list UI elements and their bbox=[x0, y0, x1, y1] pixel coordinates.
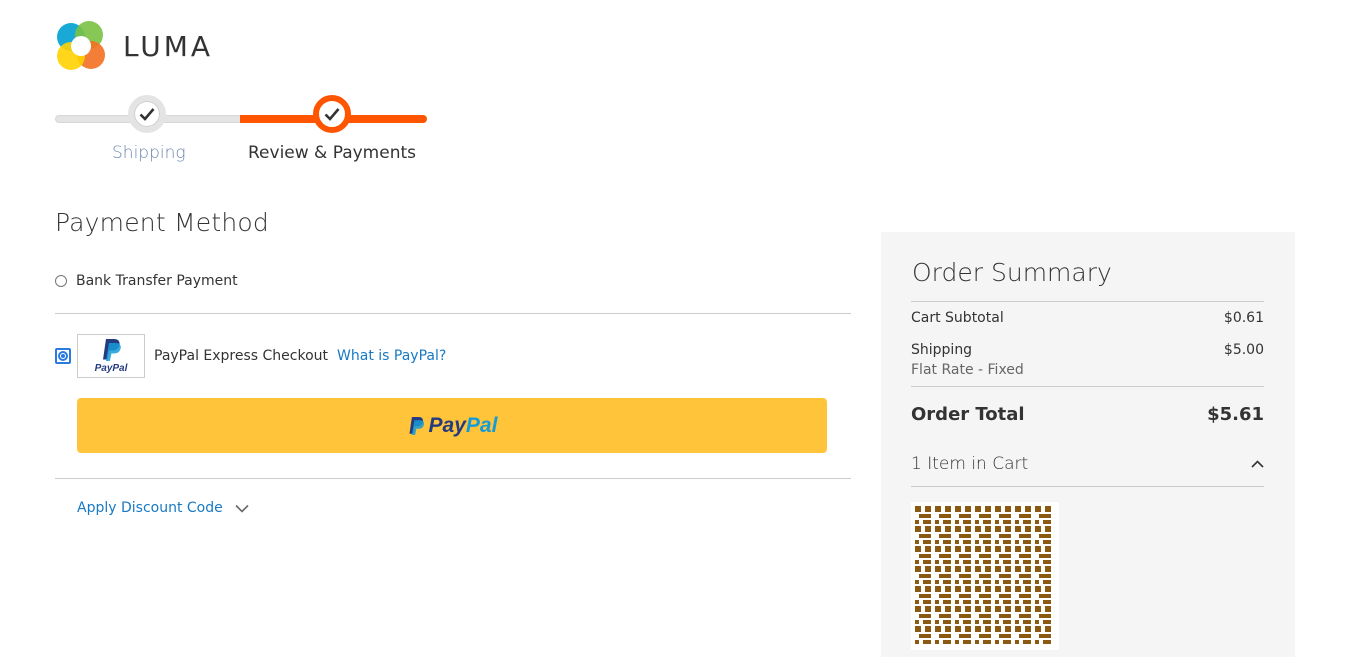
payment-method-title: Payment Method bbox=[55, 208, 269, 237]
payment-option-bank-transfer[interactable]: Bank Transfer Payment bbox=[55, 273, 238, 289]
paypal-checkout-button[interactable]: Pay Pal bbox=[77, 398, 827, 453]
order-total-row: Order Total $5.61 bbox=[911, 404, 1264, 425]
order-total-label: Order Total bbox=[911, 404, 1025, 425]
checkout-progress-bar: Shipping Review & Payments bbox=[55, 95, 427, 165]
step-review-label: Review & Payments bbox=[248, 143, 416, 163]
items-in-cart-toggle[interactable]: 1 Item in Cart bbox=[911, 454, 1264, 474]
paypal-radio[interactable] bbox=[55, 348, 71, 364]
luma-logo-icon bbox=[57, 21, 105, 70]
checkmark-icon bbox=[139, 108, 155, 121]
luma-logo[interactable]: LUMA bbox=[55, 20, 213, 72]
order-total-value: $5.61 bbox=[1207, 404, 1264, 425]
chevron-up-icon[interactable] bbox=[1251, 460, 1264, 468]
divider bbox=[55, 313, 851, 314]
shipping-row: Shipping $5.00 bbox=[911, 342, 1264, 358]
payment-option-paypal[interactable]: PayPal PayPal Express Checkout What is P… bbox=[55, 334, 446, 378]
step-review-marker bbox=[313, 95, 351, 133]
product-pattern-image bbox=[915, 506, 1055, 646]
step-shipping-marker bbox=[128, 95, 166, 133]
shipping-method-label: Flat Rate - Fixed bbox=[911, 362, 1024, 378]
paypal-p-icon bbox=[103, 339, 121, 361]
shipping-value: $5.00 bbox=[1223, 342, 1264, 358]
paypal-logo-text: PayPal bbox=[94, 363, 128, 374]
bank-transfer-label[interactable]: Bank Transfer Payment bbox=[76, 273, 238, 289]
divider bbox=[911, 386, 1264, 387]
paypal-p-icon bbox=[409, 416, 424, 435]
bank-transfer-radio[interactable] bbox=[55, 275, 67, 287]
paypal-button-pal-text: Pal bbox=[465, 413, 498, 437]
cart-subtotal-row: Cart Subtotal $0.61 bbox=[911, 310, 1264, 326]
divider bbox=[911, 301, 1264, 302]
order-summary-panel: Order Summary Cart Subtotal $0.61 Shippi… bbox=[881, 232, 1295, 657]
cart-subtotal-label: Cart Subtotal bbox=[911, 310, 1004, 326]
step-shipping-link[interactable]: Shipping bbox=[112, 143, 186, 163]
order-summary-title: Order Summary bbox=[912, 258, 1112, 287]
divider bbox=[911, 486, 1264, 487]
paypal-logo: PayPal bbox=[77, 334, 145, 378]
chevron-down-icon[interactable] bbox=[235, 504, 249, 513]
checkmark-icon bbox=[324, 108, 340, 121]
divider bbox=[55, 478, 851, 479]
apply-discount-toggle[interactable]: Apply Discount Code bbox=[77, 500, 249, 516]
product-thumbnail bbox=[911, 502, 1059, 650]
logo-text: LUMA bbox=[123, 29, 214, 63]
checkout-page: LUMA Shipping Review & Payments Payment … bbox=[0, 0, 1349, 657]
paypal-button-pay-text: Pay bbox=[428, 413, 466, 437]
apply-discount-link[interactable]: Apply Discount Code bbox=[77, 500, 223, 516]
items-in-cart-label[interactable]: 1 Item in Cart bbox=[911, 454, 1028, 474]
what-is-paypal-link[interactable]: What is PayPal? bbox=[337, 348, 446, 364]
cart-subtotal-value: $0.61 bbox=[1223, 310, 1264, 326]
paypal-label[interactable]: PayPal Express Checkout bbox=[154, 348, 328, 364]
shipping-label: Shipping bbox=[911, 342, 973, 358]
